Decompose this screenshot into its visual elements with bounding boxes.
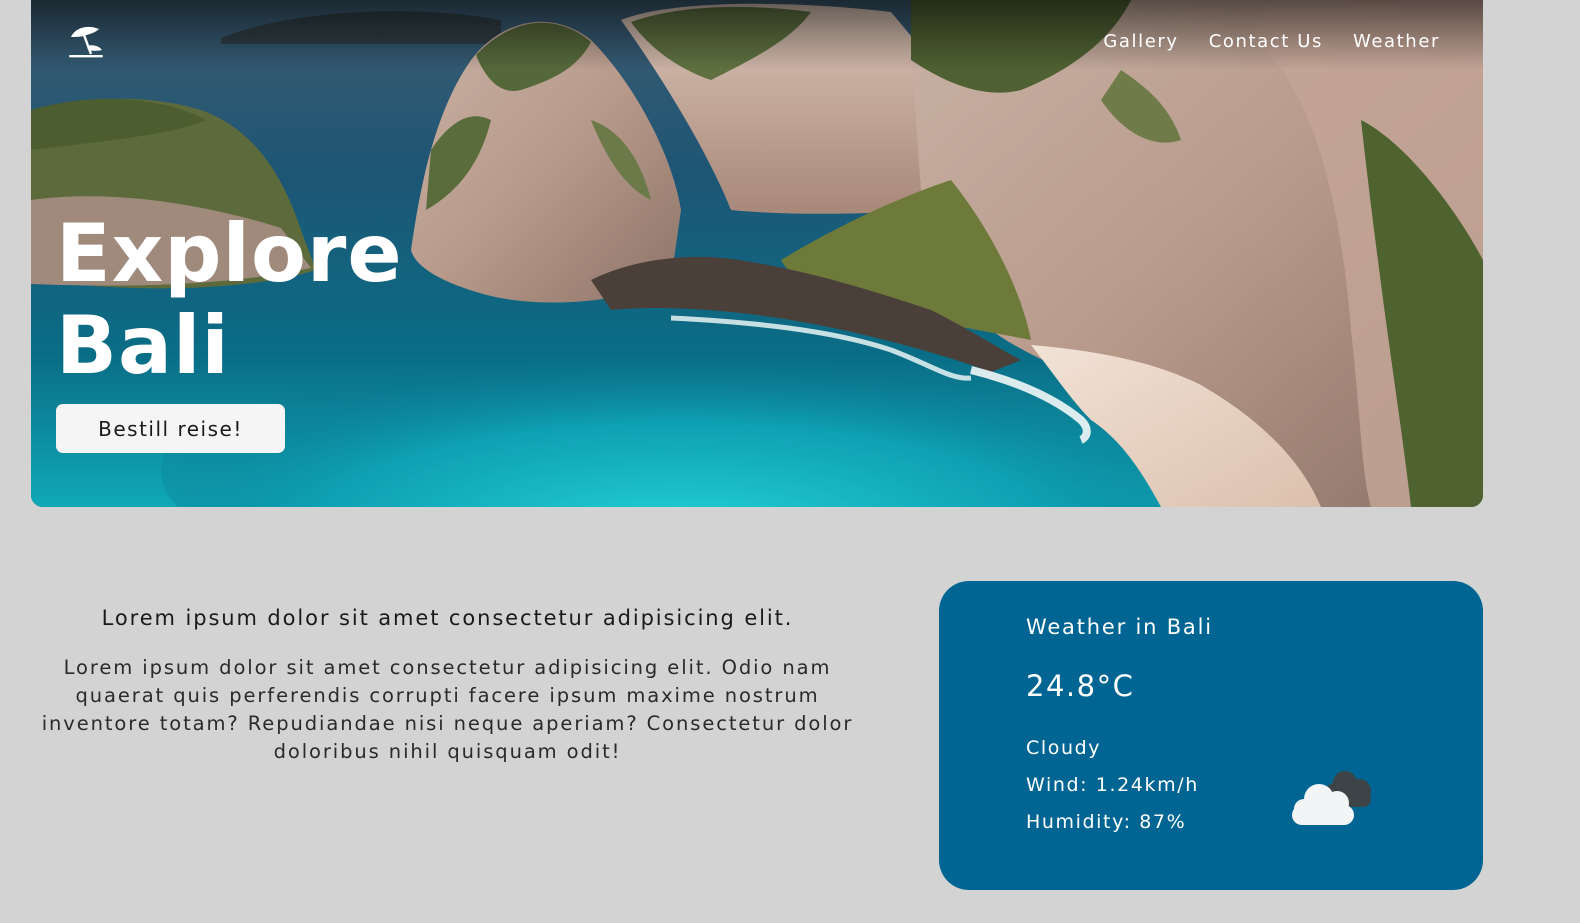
top-navigation: Gallery Contact Us Weather [1103,31,1440,52]
intro-heading: Lorem ipsum dolor sit amet consectetur a… [101,606,794,630]
intro-section: Lorem ipsum dolor sit amet consectetur a… [30,600,865,766]
weather-title: Weather in Bali [1026,615,1213,639]
weather-wind: Wind: 1.24km/h [1026,774,1199,796]
nav-link-contact-us[interactable]: Contact Us [1209,31,1323,52]
hero-title: Explore Bali [56,208,403,392]
weather-humidity: Humidity: 87% [1026,811,1187,833]
intro-paragraph: Lorem ipsum dolor sit amet consectetur a… [41,656,854,763]
beach-umbrella-icon[interactable] [67,24,107,60]
weather-temperature: 24.8°C [1026,669,1135,703]
book-trip-button[interactable]: Bestill reise! [56,404,285,453]
nav-link-weather[interactable]: Weather [1353,31,1440,52]
hero-title-line-2: Bali [56,299,230,392]
weather-description: Cloudy [1026,737,1102,759]
weather-card: Weather in Bali 24.8°C Cloudy Wind: 1.24… [939,581,1483,890]
hero-title-line-1: Explore [56,207,403,300]
hero-banner: Gallery Contact Us Weather Explore Bali … [31,0,1483,507]
cloudy-icon [1292,771,1371,825]
nav-link-gallery[interactable]: Gallery [1103,31,1178,52]
